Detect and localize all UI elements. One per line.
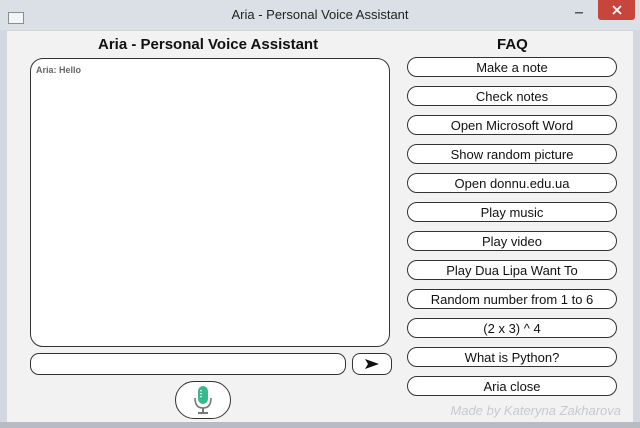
faq-open-word-button[interactable]: Open Microsoft Word [407,115,617,135]
author-credit: Made by Kateryna Zakharova [450,403,621,418]
close-button[interactable] [598,0,635,20]
faq-math-button[interactable]: (2 x 3) ^ 4 [407,318,617,338]
title-bar[interactable]: Aria - Personal Voice Assistant [0,0,640,30]
microphone-icon [194,386,212,414]
chat-log[interactable]: Aria: Hello [30,58,390,347]
faq-play-video-button[interactable]: Play video [407,231,617,251]
faq-make-note-button[interactable]: Make a note [407,57,617,77]
window-bottom-border [0,422,640,428]
send-arrow-icon [365,359,379,369]
faq-check-notes-button[interactable]: Check notes [407,86,617,106]
chat-message: Aria: Hello [36,65,82,75]
faq-play-music-button[interactable]: Play music [407,202,617,222]
faq-random-number-button[interactable]: Random number from 1 to 6 [407,289,617,309]
app-window: Aria - Personal Voice Assistant Aria - P… [0,0,640,428]
send-button[interactable] [352,353,392,375]
close-icon [611,5,622,15]
app-content: Aria - Personal Voice Assistant FAQ Aria… [7,31,633,422]
window-title: Aria - Personal Voice Assistant [231,7,409,22]
microphone-button[interactable] [175,381,231,419]
faq-aria-close-button[interactable]: Aria close [407,376,617,396]
faq-open-site-button[interactable]: Open donnu.edu.ua [407,173,617,193]
faq-random-picture-button[interactable]: Show random picture [407,144,617,164]
minimize-icon [575,12,583,14]
faq-heading: FAQ [497,36,528,53]
assistant-heading: Aria - Personal Voice Assistant [98,36,319,53]
faq-play-song-button[interactable]: Play Dua Lipa Want To [407,260,617,280]
minimize-button[interactable] [566,0,592,20]
faq-python-button[interactable]: What is Python? [407,347,617,367]
message-input[interactable] [30,353,346,375]
